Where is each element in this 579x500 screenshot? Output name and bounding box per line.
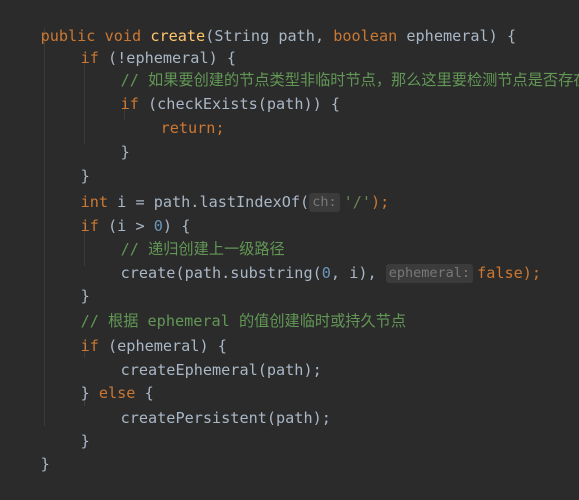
code-line-10: // 递归创建上一级路径 (84, 213, 285, 258)
code-text: , i), (330, 264, 386, 282)
code-text: ); (522, 264, 542, 282)
keyword: false (477, 264, 523, 282)
code-line-13: // 根据 ephemeral 的值创建临时或持久节点 (44, 285, 406, 330)
code-text: ephemeral) { (397, 27, 517, 45)
code-text: ); (371, 193, 390, 211)
code-line-6: } (84, 116, 130, 161)
code-text: } (80, 432, 90, 450)
code-text: createPersistent(path); (120, 409, 331, 427)
code-line-19: } (4, 428, 50, 473)
parameter-hint: ephemeral: (385, 264, 474, 283)
code-line-8: int i = path.lastIndexOf(ch: '/'); (44, 166, 389, 212)
keyword: return (160, 119, 216, 137)
number-literal: 0 (321, 264, 331, 282)
code-text: } (120, 143, 130, 161)
code-line-4: if (checkExists(path)) { (84, 68, 340, 113)
string-literal: '/' (343, 193, 372, 211)
code-line-15: createEphemeral(path); (84, 334, 322, 379)
code-line-7: } (44, 140, 90, 185)
code-line-2: if (!ephemeral) { (44, 22, 236, 67)
code-line-9: if (i > 0) { (44, 190, 191, 235)
code-line-17: createPersistent(path); (84, 382, 331, 427)
code-line-12: } (44, 260, 90, 305)
code-editor[interactable]: public void create(String path, boolean … (0, 0, 579, 473)
code-line-18: } (44, 405, 90, 450)
code-line-5: return; (124, 92, 225, 137)
code-line-14: if (ephemeral) { (44, 310, 227, 355)
code-text: create(path.substring( (120, 264, 322, 282)
code-line-16: } else { (44, 357, 154, 402)
code-text: } (40, 455, 50, 473)
parameter-hint: ch: (309, 193, 340, 212)
code-line-1: public void create(String path, boolean … (4, 0, 517, 45)
code-line-11: create(path.substring(0, i), ephemeral: f… (84, 237, 541, 283)
keyword: boolean (333, 27, 398, 45)
code-line-3: // 如果要创建的节点类型非临时节点，那么这里要检测节点是否存在 (84, 44, 579, 89)
code-text: ; (215, 119, 225, 137)
